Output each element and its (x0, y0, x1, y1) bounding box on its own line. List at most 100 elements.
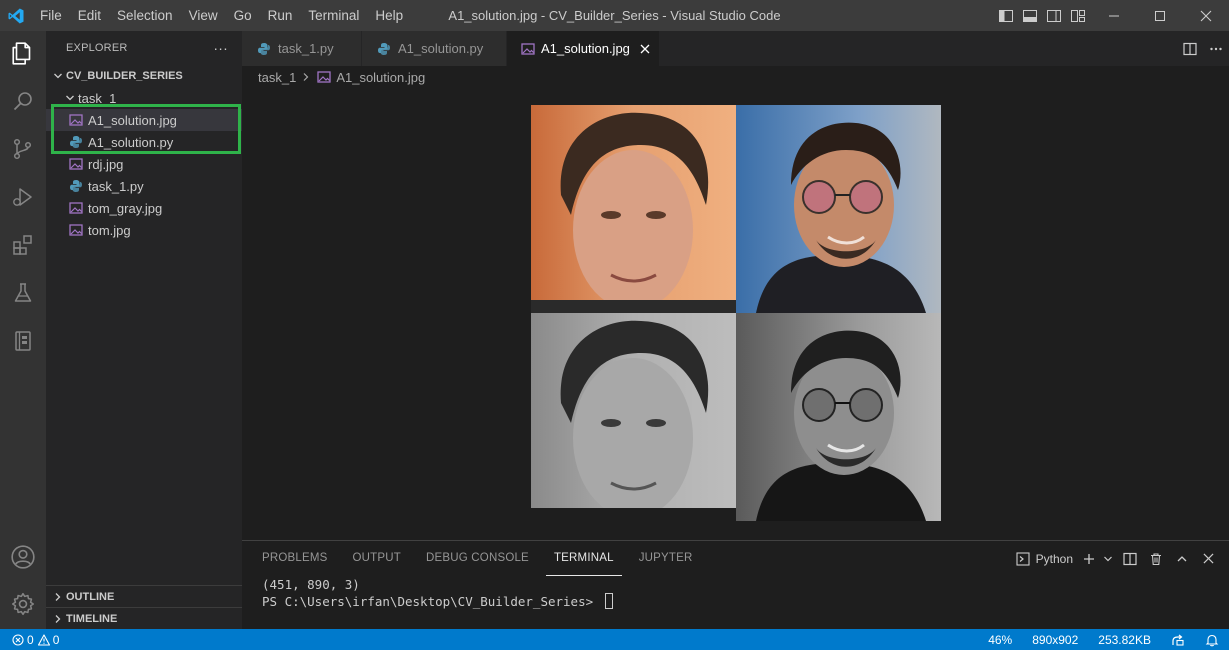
terminal-shell-label[interactable]: Python (1036, 552, 1073, 566)
more-actions-icon[interactable]: ··· (213, 40, 228, 56)
tab-label: A1_solution.py (398, 41, 484, 56)
tab-a1-solution-jpg[interactable]: A1_solution.jpg (507, 31, 660, 66)
image-file-icon (316, 69, 332, 85)
sidebar-title: EXPLORER (66, 41, 128, 54)
close-window-button[interactable] (1183, 0, 1229, 31)
python-file-icon (376, 41, 392, 57)
file-item-task-1-py[interactable]: task_1.py (46, 175, 242, 197)
minimize-button[interactable] (1091, 0, 1137, 31)
tab-output[interactable]: OUTPUT (345, 541, 409, 576)
tab-label: A1_solution.jpg (541, 41, 630, 56)
chevron-right-icon (302, 70, 310, 85)
menu-selection[interactable]: Selection (109, 0, 181, 31)
python-file-icon (256, 41, 272, 57)
error-icon (12, 633, 24, 646)
terminal-output[interactable]: (451, 890, 3) PS C:\Users\irfan\Desktop\… (242, 576, 1229, 610)
timeline-section[interactable]: TIMELINE (46, 607, 242, 629)
toggle-secondary-sidebar-icon[interactable] (1043, 0, 1065, 31)
editor-tab-bar: task_1.py A1_solution.py A1_solution.jpg (242, 31, 1229, 66)
chevron-down-icon[interactable] (1099, 541, 1117, 576)
explorer-icon[interactable] (0, 31, 46, 77)
workspace-root[interactable]: CV_BUILDER_SERIES (46, 65, 242, 87)
menu-go[interactable]: Go (226, 0, 260, 31)
chevron-right-icon (50, 614, 66, 624)
terminal-prompt: PS C:\Users\irfan\Desktop\CV_Builder_Ser… (262, 594, 601, 609)
file-item-tom-gray-jpg[interactable]: tom_gray.jpg (46, 197, 242, 219)
file-label: rdj.jpg (88, 156, 124, 172)
image-file-icon (68, 222, 84, 238)
toggle-sidebar-icon[interactable] (995, 0, 1017, 31)
search-icon[interactable] (0, 78, 46, 124)
breadcrumb-file[interactable]: A1_solution.jpg (336, 70, 425, 85)
customize-layout-icon[interactable] (1067, 0, 1089, 31)
workspace-root-label: CV_BUILDER_SERIES (66, 70, 183, 82)
python-file-icon (68, 178, 84, 194)
new-terminal-icon[interactable] (1079, 541, 1099, 576)
tab-debug-console[interactable]: DEBUG CONSOLE (418, 541, 537, 576)
terminal-shell-icon (1010, 541, 1036, 576)
image-file-icon (68, 200, 84, 216)
maximize-panel-icon[interactable] (1169, 541, 1195, 576)
account-icon[interactable] (0, 534, 46, 580)
menu-help[interactable]: Help (367, 0, 411, 31)
title-bar: File Edit Selection View Go Run Terminal… (0, 0, 1229, 31)
tab-a1-solution-py[interactable]: A1_solution.py (362, 31, 507, 66)
portrait-gray-left (531, 313, 736, 521)
tab-problems[interactable]: PROBLEMS (254, 541, 336, 576)
problems-status[interactable]: 0 0 (0, 633, 59, 647)
portrait-color-right (736, 105, 941, 313)
file-label: tom.jpg (88, 222, 131, 238)
close-tab-icon[interactable] (640, 41, 650, 57)
image-size: 253.82KB (1098, 632, 1151, 647)
chevron-right-icon (50, 592, 66, 602)
notebook-icon[interactable] (0, 318, 46, 364)
error-count: 0 (27, 632, 34, 647)
tab-label: task_1.py (278, 41, 334, 56)
portrait-color-left (531, 105, 736, 313)
file-item-rdj-jpg[interactable]: rdj.jpg (46, 153, 242, 175)
split-editor-icon[interactable] (1177, 31, 1203, 66)
toggle-panel-icon[interactable] (1019, 0, 1041, 31)
tab-jupyter[interactable]: JUPYTER (631, 541, 701, 576)
activity-bar (0, 31, 46, 629)
maximize-button[interactable] (1137, 0, 1183, 31)
outline-label: OUTLINE (66, 590, 115, 603)
breadcrumb-folder[interactable]: task_1 (258, 70, 296, 85)
menu-edit[interactable]: Edit (70, 0, 109, 31)
file-item-tom-jpg[interactable]: tom.jpg (46, 219, 242, 241)
notifications-bell-icon[interactable] (1195, 633, 1229, 647)
terminal-cursor (604, 593, 613, 609)
menu-terminal[interactable]: Terminal (300, 0, 367, 31)
split-terminal-icon[interactable] (1117, 541, 1143, 576)
tab-task-1-py[interactable]: task_1.py (242, 31, 362, 66)
timeline-label: TIMELINE (66, 612, 118, 625)
menu-bar: File Edit Selection View Go Run Terminal… (32, 0, 411, 31)
image-preview[interactable] (531, 105, 941, 521)
file-label: task_1.py (88, 178, 144, 194)
image-file-icon (521, 41, 535, 57)
tab-terminal[interactable]: TERMINAL (545, 541, 622, 576)
menu-run[interactable]: Run (260, 0, 301, 31)
portrait-gray-right (736, 313, 941, 521)
extensions-icon[interactable] (0, 222, 46, 268)
trash-icon[interactable] (1143, 541, 1169, 576)
bottom-panel: PROBLEMS OUTPUT DEBUG CONSOLE TERMINAL J… (242, 540, 1229, 629)
vscode-logo-icon (0, 0, 32, 31)
outline-section[interactable]: OUTLINE (46, 585, 242, 607)
testing-icon[interactable] (0, 270, 46, 316)
close-panel-icon[interactable] (1195, 541, 1221, 576)
zoom-level[interactable]: 46% (978, 633, 1022, 647)
menu-file[interactable]: File (32, 0, 70, 31)
warning-count: 0 (52, 632, 60, 647)
settings-gear-icon[interactable] (0, 581, 46, 627)
highlight-annotation-box (51, 104, 241, 154)
status-bar: 0 0 46% 890x902 253.82KB (0, 629, 1229, 650)
terminal-line: (451, 890, 3) (262, 577, 360, 592)
live-share-icon[interactable] (1161, 633, 1195, 647)
more-actions-icon[interactable] (1203, 31, 1229, 66)
menu-view[interactable]: View (181, 0, 226, 31)
source-control-icon[interactable] (0, 126, 46, 172)
chevron-down-icon (62, 93, 78, 103)
run-debug-icon[interactable] (0, 174, 46, 220)
chevron-down-icon (50, 71, 66, 81)
